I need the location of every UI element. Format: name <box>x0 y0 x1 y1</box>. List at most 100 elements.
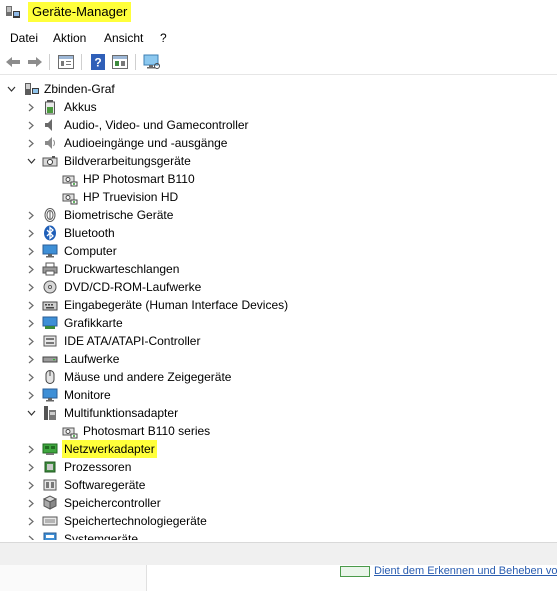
chevron-right-icon[interactable] <box>26 479 36 491</box>
tree-item-computer[interactable]: Computer <box>0 242 557 260</box>
chevron-right-icon[interactable] <box>26 119 36 131</box>
tree-item-audioeingaenge-und-ausgaenge[interactable]: Audioeingänge und -ausgänge <box>0 134 557 152</box>
tree-item-bildverarbeitungsgeraete[interactable]: Bildverarbeitungsgeräte <box>0 152 557 170</box>
chevron-down-icon[interactable] <box>26 155 36 167</box>
tree-item-label: DVD/CD-ROM-Laufwerke <box>64 280 202 294</box>
tree-item-label: Mäuse und andere Zeigegeräte <box>64 370 232 384</box>
properties-icon[interactable] <box>57 53 75 71</box>
tree-item-softwaregeraete[interactable]: Softwaregeräte <box>0 476 557 494</box>
tree-item-ide-ata-atapi-controller[interactable]: IDE ATA/ATAPI-Controller <box>0 332 557 350</box>
bluetooth-icon <box>42 225 58 241</box>
device-manager-icon <box>6 6 20 18</box>
tree-item-label: Speichercontroller <box>64 496 161 510</box>
monitor-scan-icon[interactable] <box>143 53 161 71</box>
tree-item-label: HP Photosmart B110 <box>83 172 195 186</box>
background-link[interactable]: Dient dem Erkennen und Beheben von <box>374 565 557 577</box>
system-device-icon <box>42 531 58 540</box>
menu-aktion[interactable]: Aktion <box>53 28 86 48</box>
tree-item-laufwerke[interactable]: Laufwerke <box>0 350 557 368</box>
window-title: Geräte-Manager <box>28 2 132 22</box>
speaker-icon <box>42 135 58 151</box>
back-arrow-icon[interactable] <box>4 53 22 71</box>
storage-technology-icon <box>42 513 58 529</box>
software-device-icon <box>42 477 58 493</box>
tree-item-eingabegeraete-human-interface-devices[interactable]: Eingabegeräte (Human Interface Devices) <box>0 296 557 314</box>
chevron-right-icon[interactable] <box>26 353 36 365</box>
tree-device-hp-truevision-hd[interactable]: HP Truevision HD <box>0 188 557 206</box>
toolbar-separator <box>81 54 82 70</box>
chevron-right-icon[interactable] <box>26 515 36 527</box>
chevron-right-icon[interactable] <box>26 389 36 401</box>
chevron-right-icon[interactable] <box>26 497 36 509</box>
tree-item-bluetooth[interactable]: Bluetooth <box>0 224 557 242</box>
tree-item-label: Akkus <box>64 100 97 114</box>
tree-item-label: Zbinden-Graf <box>44 82 115 96</box>
device-tree: Zbinden-Graf Akkus Audio-, Video- und Game… <box>0 80 557 540</box>
chevron-right-icon[interactable] <box>26 335 36 347</box>
tree-root-zbinden-graf[interactable]: Zbinden-Graf <box>0 80 557 98</box>
tree-item-speichertechnologiegeraete[interactable]: Speichertechnologiegeräte <box>0 512 557 530</box>
menu-datei[interactable]: Datei <box>10 28 38 48</box>
tree-item-label: Grafikkarte <box>64 316 123 330</box>
chevron-right-icon[interactable] <box>26 245 36 257</box>
tree-item-druckwarteschlangen[interactable]: Druckwarteschlangen <box>0 260 557 278</box>
tree-item-label: Systemgeräte <box>64 532 139 540</box>
menu-ansicht[interactable]: Ansicht <box>104 28 143 48</box>
help-icon[interactable]: ? <box>89 53 107 71</box>
computer-icon <box>24 81 40 97</box>
tree-item-label: Laufwerke <box>64 352 120 366</box>
chevron-right-icon[interactable] <box>26 281 36 293</box>
drive-icon <box>42 351 58 367</box>
chevron-down-icon[interactable] <box>6 83 16 95</box>
menu-help[interactable]: ? <box>160 28 167 48</box>
tree-item-label: Audioeingänge und -ausgänge <box>64 136 228 150</box>
tree-item-akkus[interactable]: Akkus <box>0 98 557 116</box>
chevron-right-icon[interactable] <box>26 101 36 113</box>
chevron-right-icon[interactable] <box>26 299 36 311</box>
keyboard-icon <box>42 297 58 313</box>
device-icon <box>62 423 78 439</box>
chevron-right-icon[interactable] <box>26 317 36 329</box>
chevron-right-icon[interactable] <box>26 263 36 275</box>
chevron-down-icon[interactable] <box>26 407 36 419</box>
chevron-right-icon[interactable] <box>26 137 36 149</box>
chevron-right-icon[interactable] <box>26 443 36 455</box>
chevron-right-icon[interactable] <box>26 227 36 239</box>
tree-device-hp-photosmart-b110[interactable]: HP Photosmart B110 <box>0 170 557 188</box>
tree-item-multifunktionsadapter[interactable]: Multifunktionsadapter <box>0 404 557 422</box>
tree-item-monitore[interactable]: Monitore <box>0 386 557 404</box>
chevron-right-icon[interactable] <box>26 533 36 540</box>
battery-icon <box>42 99 58 115</box>
tree-item-label: Speichertechnologiegeräte <box>64 514 207 528</box>
display-adapter-icon <box>42 315 58 331</box>
update-driver-icon[interactable] <box>111 53 129 71</box>
chevron-right-icon[interactable] <box>26 371 36 383</box>
toolbar: ? <box>0 50 557 75</box>
tree-item-grafikkarte[interactable]: Grafikkarte <box>0 314 557 332</box>
monitor-icon <box>42 243 58 259</box>
chevron-right-icon[interactable] <box>26 461 36 473</box>
tree-item-audio-video-und-gamecontroller[interactable]: Audio-, Video- und Gamecontroller <box>0 116 557 134</box>
chevron-right-icon[interactable] <box>26 209 36 221</box>
tree-item-maeuse-und-andere-zeigegeraete[interactable]: Mäuse und andere Zeigegeräte <box>0 368 557 386</box>
tree-item-speichercontroller[interactable]: Speichercontroller <box>0 494 557 512</box>
tree-item-systemgeraete[interactable]: Systemgeräte <box>0 530 557 540</box>
tree-device-photosmart-b110-series[interactable]: Photosmart B110 series <box>0 422 557 440</box>
tree-item-label: Bildverarbeitungsgeräte <box>64 154 191 168</box>
tree-item-biometrische-geraete[interactable]: Biometrische Geräte <box>0 206 557 224</box>
tree-item-prozessoren[interactable]: Prozessoren <box>0 458 557 476</box>
tree-item-label: Biometrische Geräte <box>64 208 174 222</box>
forward-arrow-icon[interactable] <box>26 53 44 71</box>
fingerprint-icon <box>42 207 58 223</box>
background-window-icon <box>340 566 370 577</box>
multifunction-icon <box>42 405 58 421</box>
menu-bar: Datei Aktion Ansicht ? <box>0 28 557 48</box>
tree-item-label: Monitore <box>64 388 111 402</box>
printer-icon <box>42 261 58 277</box>
status-bar <box>0 542 557 566</box>
tree-item-dvd-cd-rom-laufwerke[interactable]: DVD/CD-ROM-Laufwerke <box>0 278 557 296</box>
tree-item-netzwerkadapter[interactable]: Netzwerkadapter <box>0 440 557 458</box>
speaker-icon <box>42 117 58 133</box>
tree-item-label: Netzwerkadapter <box>62 440 157 458</box>
tree-item-label: Audio-, Video- und Gamecontroller <box>64 118 249 132</box>
